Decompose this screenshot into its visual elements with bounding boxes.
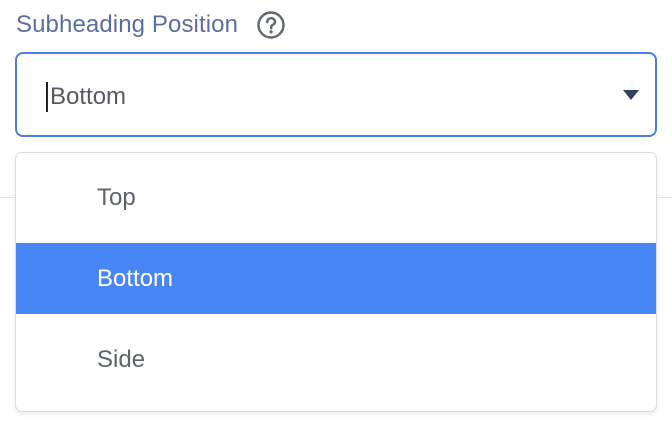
option-side[interactable]: Side — [16, 324, 656, 395]
option-label: Bottom — [97, 264, 174, 292]
field-label: Subheading Position — [16, 11, 239, 38]
chevron-down-icon[interactable] — [623, 90, 639, 100]
option-top[interactable]: Top — [16, 162, 656, 233]
subheading-position-select[interactable]: Bottom — [15, 52, 657, 137]
option-bottom[interactable]: Bottom — [16, 243, 656, 314]
option-label: Side — [97, 345, 146, 373]
option-label: Top — [97, 183, 136, 211]
text-cursor — [46, 82, 48, 112]
question-circle-icon[interactable] — [256, 10, 286, 40]
field-label-row: Subheading Position — [16, 8, 286, 42]
select-value: Bottom — [50, 83, 127, 110]
dropdown-menu: Top Bottom Side — [15, 152, 657, 412]
